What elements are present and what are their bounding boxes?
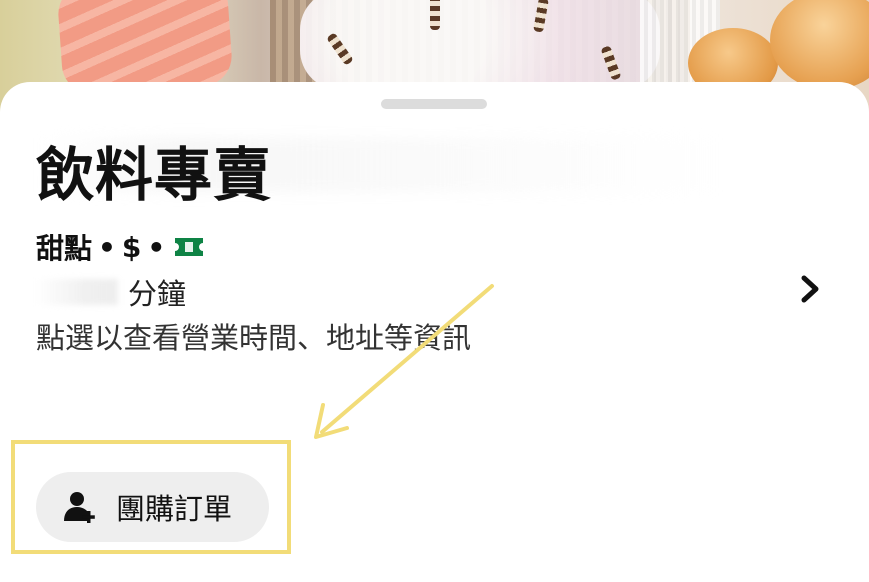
meta-separator: •: [98, 230, 116, 264]
store-title: 飲料專賣: [36, 141, 273, 209]
hero-wafer-stick: [430, 0, 440, 30]
ticket-icon: [175, 238, 204, 256]
sheet-drag-handle[interactable]: [381, 99, 487, 109]
hero-cream-dessert: [300, 0, 660, 90]
chevron-right-icon[interactable]: [796, 274, 824, 304]
annotation-highlight-box: [11, 440, 291, 554]
store-meta-row: 甜點 • $ •: [36, 230, 204, 265]
meta-separator: •: [147, 230, 166, 264]
store-info-hint-text: 點選以查看營業時間、地址等資訊: [36, 321, 472, 355]
store-info-hint[interactable]: 點選以查看營業時間、地址等資訊: [36, 316, 471, 356]
hero-bun: [770, 0, 869, 90]
delivery-time-unit: 分鐘: [128, 277, 187, 311]
store-price-level: $: [121, 230, 142, 264]
blurred-delivery-time: [36, 279, 118, 305]
store-category: 甜點: [36, 232, 93, 265]
delivery-time-row: 分鐘: [36, 272, 186, 312]
